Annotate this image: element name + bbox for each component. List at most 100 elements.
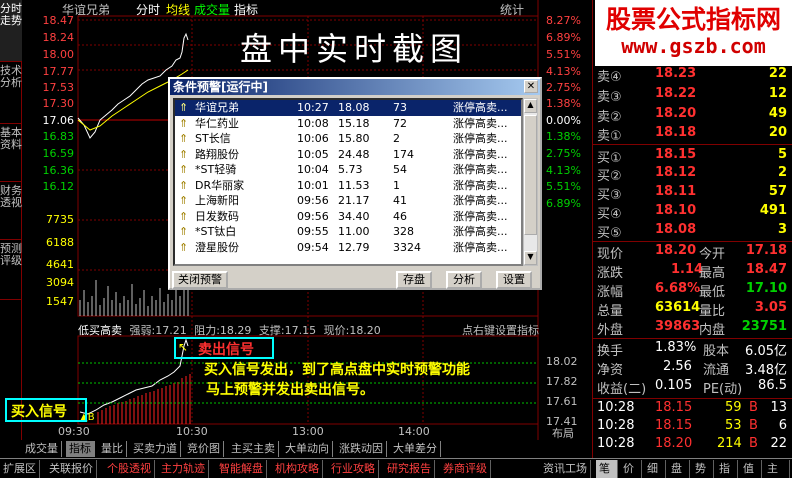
alert-row[interactable]: ⇑ 华仁药业 10:08 15.18 72 涨停高卖... — [175, 116, 521, 132]
scroll-thumb[interactable] — [524, 115, 537, 235]
save-button[interactable]: 存盘 — [396, 271, 432, 289]
y-tick-left: 18.00 — [42, 48, 75, 61]
alert-row[interactable]: ⇑ 华谊兄弟 10:27 18.08 73 涨停高卖... — [175, 100, 521, 116]
ind-tick: 18.02 — [546, 355, 578, 368]
tab-big-order[interactable]: 大单动向 — [282, 441, 333, 457]
y-tick-left: 6188 — [46, 236, 74, 249]
btn-main-track[interactable]: 主力轨迹 — [158, 460, 209, 478]
ind-tick: 17.82 — [546, 375, 578, 388]
indicator-bars — [97, 374, 191, 424]
tab-buy-sell-force[interactable]: 买卖力道 — [130, 441, 181, 457]
brand-name: 股票公式指标网 — [605, 5, 781, 34]
y-tick-right: 2.75% — [546, 81, 581, 94]
side-tab-market[interactable]: 盘 — [668, 460, 690, 478]
y-tick-right: 1.38% — [546, 130, 581, 143]
brand-url: www.gszb.com — [621, 34, 766, 58]
btn-smart-analysis[interactable]: 智能解盘 — [216, 460, 267, 478]
quote-row: 涨跌 1.14 最高 18.47 — [597, 262, 787, 281]
tab-big-order-diff[interactable]: 大单差分 — [390, 441, 441, 457]
alert-arrow-icon: ⇑ — [179, 116, 189, 130]
y-tick-right: 6.89% — [546, 197, 581, 210]
indicator-resistance: 阻力:18.29 — [194, 324, 252, 337]
alert-arrow-icon: ⇑ — [179, 163, 189, 176]
sell-signal-label: 卖出信号 — [198, 342, 254, 358]
side-tab-price[interactable]: 价 — [620, 460, 642, 478]
time-tick: 14:00 — [398, 425, 430, 438]
time-tick: 10:30 — [176, 425, 208, 438]
indicator-support: 支撑:17.15 — [258, 324, 317, 337]
side-tab-trades[interactable]: 笔 — [596, 460, 618, 478]
brand-watermark: 股票公式指标网 www.gszb.com — [595, 0, 792, 66]
side-tab-index[interactable]: 指 — [716, 460, 738, 478]
ind-tick: 17.61 — [546, 395, 578, 408]
scroll-down-icon[interactable]: ▼ — [524, 251, 537, 265]
dialog-title: 条件预警[运行中] — [170, 79, 540, 95]
y-tick-right: 1.38% — [546, 97, 581, 110]
indicator-name[interactable]: 低买高卖 — [78, 324, 122, 337]
quote-row: 收益(二) 0.105 PE(动) 86.5 — [597, 378, 787, 397]
btn-info-workshop[interactable]: 资讯工场 — [540, 460, 591, 478]
alert-arrow-icon: ⇑ — [179, 147, 189, 161]
btn-research[interactable]: 研究报告 — [384, 460, 435, 478]
scroll-up-icon[interactable]: ▲ — [524, 99, 537, 113]
close-alert-button[interactable]: 关闭预警 — [172, 271, 228, 289]
tab-indicator[interactable]: 指标 — [66, 441, 95, 457]
indicator-strength: 强弱:17.21 — [129, 324, 187, 337]
alert-row[interactable]: ⇑ 日发数码 09:56 34.40 46 涨停高卖... — [175, 209, 521, 225]
btn-expand[interactable]: 扩展区 — [0, 460, 40, 478]
alert-row[interactable]: ⇑ *ST钛白 09:55 11.00 328 涨停高卖... — [175, 224, 521, 240]
btn-broker-rating[interactable]: 券商评级 — [440, 460, 491, 478]
btn-related-quote[interactable]: 关联报价 — [46, 460, 97, 478]
y-tick-right: 8.27% — [546, 14, 581, 27]
alert-arrow-icon: ⇑ — [179, 178, 189, 192]
settings-button[interactable]: 设置 — [496, 271, 532, 289]
tick-divider — [593, 398, 792, 399]
y-tick-right: 5.51% — [546, 180, 581, 193]
bid-row: 买② 18.12 2 — [597, 165, 787, 184]
close-icon[interactable]: ✕ — [524, 80, 538, 93]
quote-row: 总量 63614 量比 3.05 — [597, 300, 787, 319]
y-tick-left: 3094 — [46, 276, 74, 289]
alert-row[interactable]: ⇑ 澄星股份 09:54 12.79 3324 涨停高卖... — [175, 240, 521, 256]
y-tick-left: 4641 — [46, 258, 74, 271]
tick-row: 10:28 18.20 214 B 22 — [597, 436, 787, 451]
indicator-tabs: 成交量 指标 量比 买卖力道 竞价图 主买主卖 大单动向 涨跌动因 大单差分 — [22, 441, 592, 457]
tab-main-buy-sell[interactable]: 主买主卖 — [228, 441, 279, 457]
side-tab-value[interactable]: 值 — [740, 460, 762, 478]
quote-row: 外盘 39863 内盘 23751 — [597, 319, 787, 338]
y-tick-left: 7735 — [46, 213, 74, 226]
analyze-button[interactable]: 分析 — [446, 271, 482, 289]
tab-auction[interactable]: 竞价图 — [184, 441, 224, 457]
tab-volume-ratio[interactable]: 量比 — [98, 441, 127, 457]
alert-row[interactable]: ⇑ DR华丽家 10:01 11.53 1 涨停高卖... — [175, 178, 521, 194]
tab-change-cause[interactable]: 涨跌动因 — [336, 441, 387, 457]
alert-row[interactable]: ⇑ 上海新阳 09:56 21.17 41 涨停高卖... — [175, 193, 521, 209]
alert-row[interactable]: ⇑ *ST轻骑 10:04 5.73 54 涨停高卖... — [175, 162, 521, 178]
alert-row[interactable]: ⇑ ST长信 10:06 15.80 2 涨停高卖... — [175, 131, 521, 147]
tab-volume[interactable]: 成交量 — [22, 441, 62, 457]
alert-arrow-icon: ⇑ — [179, 209, 189, 223]
y-tick-left: 17.06 — [42, 114, 75, 127]
side-tab-detail[interactable]: 细 — [644, 460, 666, 478]
orderbook-divider — [593, 144, 792, 145]
bid-row: 买① 18.15 5 — [597, 147, 787, 166]
alert-dialog: 条件预警[运行中] ✕ ⇑ 华谊兄弟 10:27 18.08 73 涨停高卖..… — [168, 77, 542, 290]
side-tab-trend[interactable]: 势 — [692, 460, 714, 478]
buy-signal-label: 买入信号 — [11, 404, 67, 420]
y-tick-left: 16.36 — [42, 164, 75, 177]
alert-list-scrollbar[interactable]: ▲ ▼ — [523, 98, 538, 266]
ask-row: 卖② 18.20 49 — [597, 106, 787, 125]
btn-industry-strategy[interactable]: 行业攻略 — [328, 460, 379, 478]
btn-inst-strategy[interactable]: 机构攻略 — [272, 460, 323, 478]
btn-stock-view[interactable]: 个股透视 — [104, 460, 155, 478]
y-tick-right: 2.75% — [546, 147, 581, 160]
y-tick-left: 18.47 — [42, 14, 75, 27]
indicator-price: 现价:18.20 — [323, 324, 381, 337]
sell-signal-box: ↖ 卖出信号 — [174, 337, 274, 359]
alert-row[interactable]: ⇑ 路翔股份 10:05 24.48 174 涨停高卖... — [175, 147, 521, 163]
side-tab-main[interactable]: 主 — [764, 460, 790, 478]
alert-arrow-icon: ⇑ — [179, 132, 189, 145]
bid-row: 买⑤ 18.08 3 — [597, 222, 787, 241]
ask-row: 卖③ 18.22 12 — [597, 86, 787, 105]
layout-button[interactable]: 布局 — [552, 425, 574, 441]
